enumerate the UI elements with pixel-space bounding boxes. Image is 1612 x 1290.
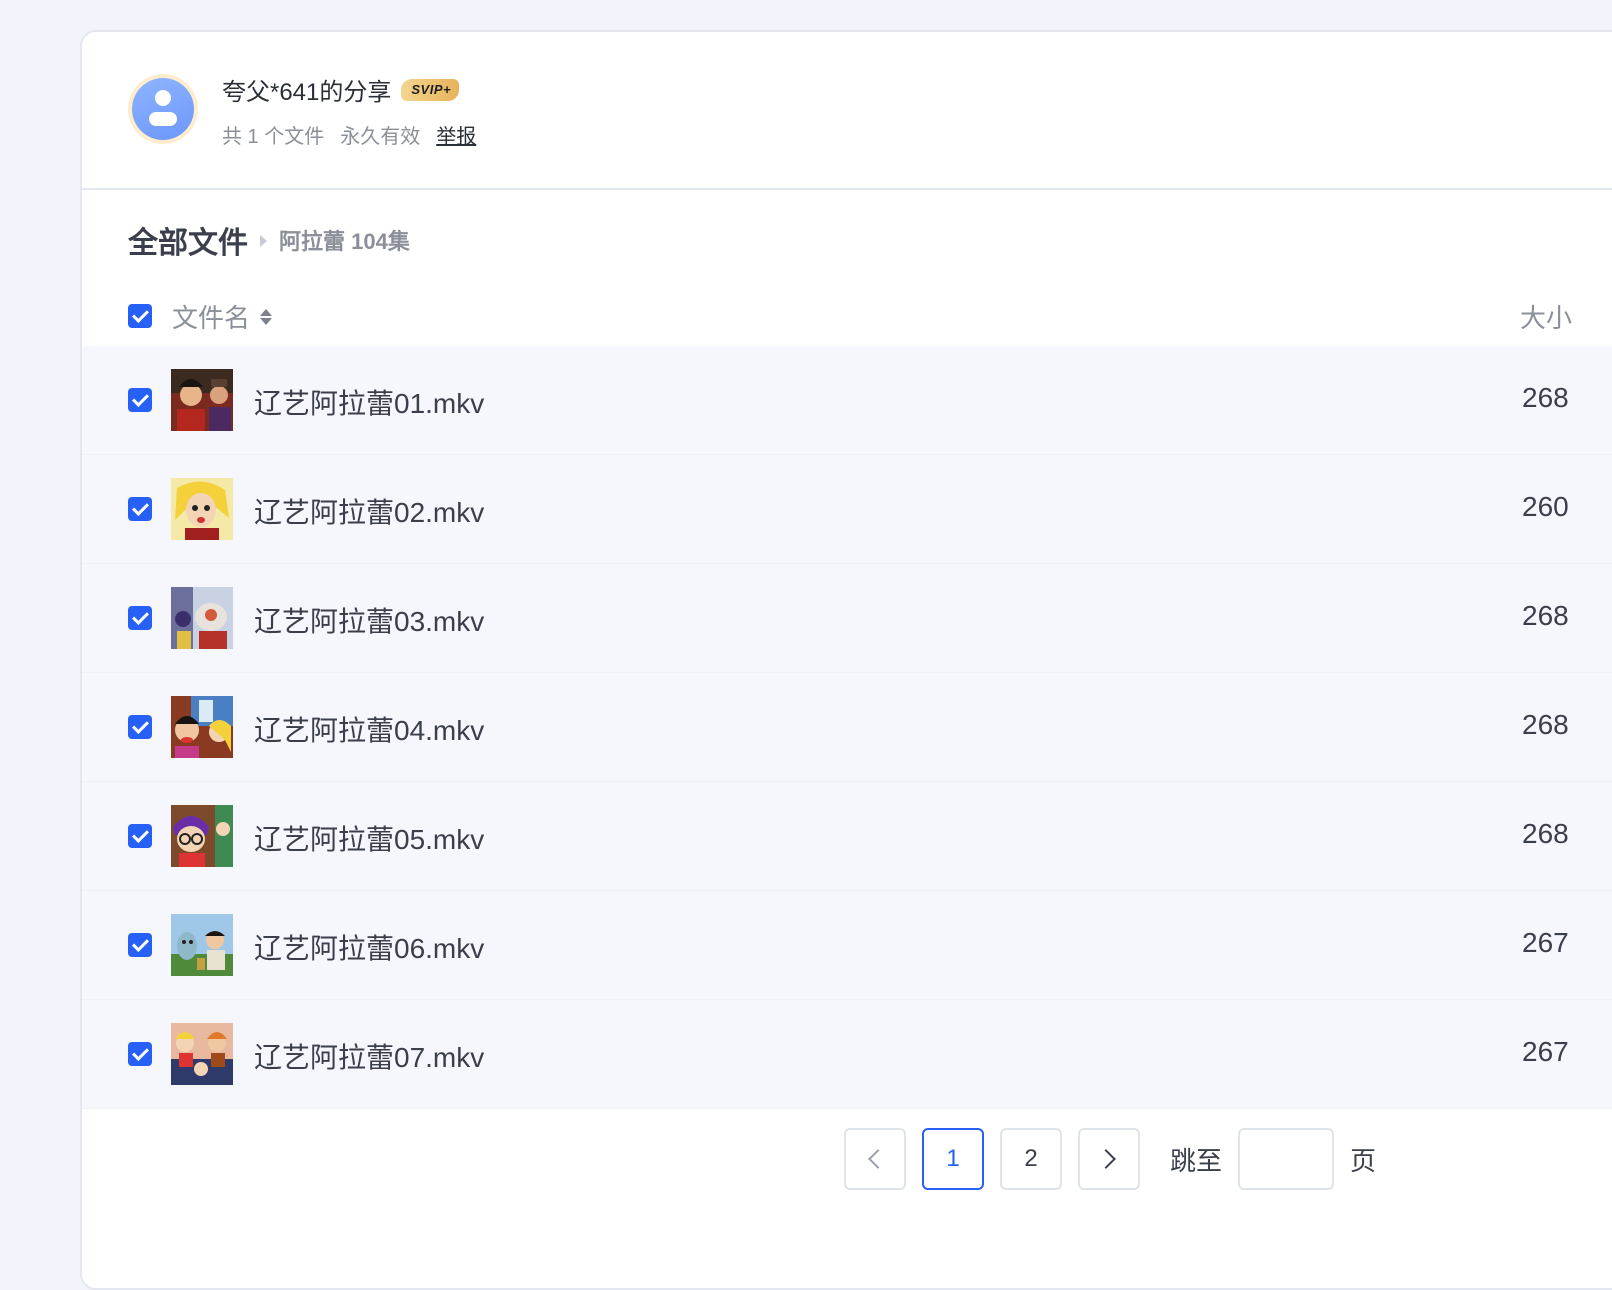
- chevron-left-icon: [868, 1149, 888, 1169]
- breadcrumb-root[interactable]: 全部文件: [128, 218, 248, 262]
- prev-page-button[interactable]: [844, 1128, 906, 1190]
- file-name[interactable]: 辽艺阿拉蕾02.mkv: [254, 491, 484, 531]
- video-thumbnail: [171, 369, 233, 431]
- share-owner-title: 夸父*641的分享: [222, 79, 392, 106]
- column-header-size[interactable]: 大小: [1520, 298, 1572, 335]
- svip-badge: SVIP+: [401, 78, 460, 101]
- page-background: [0, 0, 80, 1258]
- breadcrumb-separator-icon: [260, 235, 267, 247]
- file-size: 268: [1522, 709, 1569, 740]
- column-header-name[interactable]: 文件名: [172, 298, 273, 335]
- row-checkbox[interactable]: [128, 824, 152, 848]
- sort-icon[interactable]: [260, 308, 273, 325]
- jump-label: 跳至: [1170, 1145, 1223, 1176]
- row-checkbox[interactable]: [128, 715, 152, 739]
- share-title: 夸父*641的分享 SVIP+: [222, 72, 460, 107]
- share-header: 夸父*641的分享 SVIP+ 共 1 个文件 永久有效 举报: [82, 32, 1612, 190]
- row-checkbox[interactable]: [128, 497, 152, 521]
- file-size: 268: [1522, 382, 1569, 413]
- pagination: 1 2 跳至 页: [844, 1128, 1376, 1190]
- jump-page-input[interactable]: [1238, 1128, 1335, 1190]
- validity-label: 永久有效: [340, 126, 421, 148]
- file-size: 267: [1522, 927, 1569, 958]
- file-list: 辽艺阿拉蕾01.mkv 268 辽艺阿拉蕾02.mkv 260 辽艺阿拉蕾03.…: [82, 346, 1612, 1109]
- user-icon: [132, 78, 194, 140]
- file-size: 260: [1522, 491, 1569, 522]
- page-button-2[interactable]: 2: [1000, 1128, 1062, 1190]
- table-row[interactable]: 辽艺阿拉蕾04.mkv 268: [82, 673, 1612, 782]
- file-size: 268: [1522, 818, 1569, 849]
- file-name[interactable]: 辽艺阿拉蕾04.mkv: [254, 709, 484, 749]
- breadcrumb: 全部文件 阿拉蕾 104集: [128, 218, 410, 262]
- file-name[interactable]: 辽艺阿拉蕾06.mkv: [254, 927, 484, 967]
- share-meta: 共 1 个文件 永久有效 举报: [222, 120, 476, 149]
- row-checkbox[interactable]: [128, 1042, 152, 1066]
- file-size: 267: [1522, 1036, 1569, 1067]
- file-name[interactable]: 辽艺阿拉蕾05.mkv: [254, 818, 484, 858]
- avatar[interactable]: [128, 74, 198, 144]
- file-size: 268: [1522, 600, 1569, 631]
- row-checkbox[interactable]: [128, 606, 152, 630]
- table-row[interactable]: 辽艺阿拉蕾06.mkv 267: [82, 891, 1612, 1000]
- chevron-right-icon: [1096, 1149, 1116, 1169]
- next-page-button[interactable]: [1078, 1128, 1140, 1190]
- row-checkbox[interactable]: [128, 933, 152, 957]
- row-checkbox[interactable]: [128, 388, 152, 412]
- share-card: 夸父*641的分享 SVIP+ 共 1 个文件 永久有效 举报 全部文件 阿拉蕾…: [80, 30, 1612, 1290]
- video-thumbnail: [171, 696, 233, 758]
- table-header: 文件名 大小: [82, 290, 1612, 344]
- video-thumbnail: [171, 1023, 233, 1085]
- select-all-checkbox[interactable]: [128, 304, 152, 328]
- video-thumbnail: [171, 587, 233, 649]
- video-thumbnail: [171, 914, 233, 976]
- video-thumbnail: [171, 805, 233, 867]
- table-row[interactable]: 辽艺阿拉蕾03.mkv 268: [82, 564, 1612, 673]
- page-button-1[interactable]: 1: [922, 1128, 984, 1190]
- breadcrumb-current: 阿拉蕾 104集: [279, 229, 410, 254]
- table-row[interactable]: 辽艺阿拉蕾07.mkv 267: [82, 1000, 1612, 1109]
- file-count: 共 1 个文件: [222, 126, 325, 148]
- table-row[interactable]: 辽艺阿拉蕾01.mkv 268: [82, 346, 1612, 455]
- file-name[interactable]: 辽艺阿拉蕾01.mkv: [254, 382, 484, 422]
- file-name[interactable]: 辽艺阿拉蕾07.mkv: [254, 1036, 484, 1076]
- column-header-name-label: 文件名: [172, 303, 251, 333]
- video-thumbnail: [171, 478, 233, 540]
- table-row[interactable]: 辽艺阿拉蕾05.mkv 268: [82, 782, 1612, 891]
- file-name[interactable]: 辽艺阿拉蕾03.mkv: [254, 600, 484, 640]
- page-unit-label: 页: [1350, 1145, 1377, 1176]
- table-row[interactable]: 辽艺阿拉蕾02.mkv 260: [82, 455, 1612, 564]
- report-link[interactable]: 举报: [436, 120, 476, 149]
